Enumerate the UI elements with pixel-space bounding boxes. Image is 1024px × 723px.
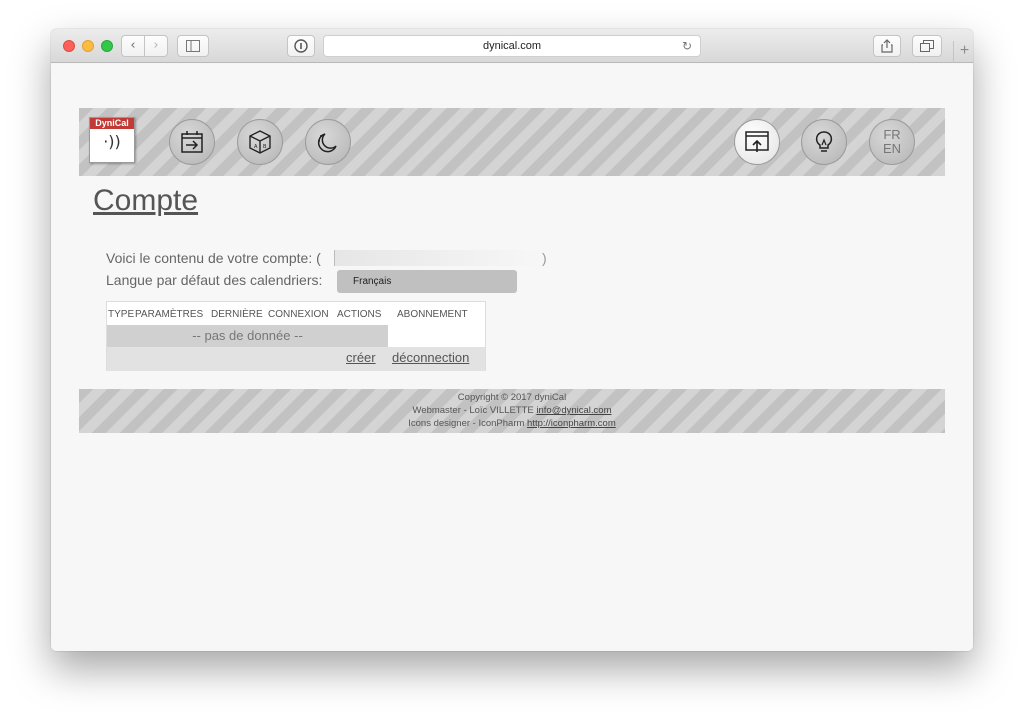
webmaster-line: Webmaster - Loïc VILLETTE info@dynical.c… xyxy=(79,404,945,417)
forward-button[interactable]: › xyxy=(144,35,168,57)
window-export-icon xyxy=(745,131,769,152)
show-tabs-button[interactable] xyxy=(912,35,942,57)
back-button[interactable]: ‹ xyxy=(121,35,145,57)
lightbulb-icon xyxy=(815,131,833,152)
page-title: Compte xyxy=(93,184,199,217)
sidebar-icon xyxy=(186,40,200,52)
chevron-right-icon: › xyxy=(153,38,159,53)
address-bar[interactable]: dynical.com ↻ xyxy=(323,35,701,57)
close-window-button[interactable] xyxy=(63,40,75,52)
column-header-abonnement: ABONNEMENT xyxy=(397,309,468,320)
icons-credit-line: Icons designer - IconPharm http://iconph… xyxy=(79,417,945,430)
export-window-button[interactable] xyxy=(734,119,780,165)
reload-icon[interactable]: ↻ xyxy=(682,36,692,56)
signal-icon: ·)) xyxy=(103,132,121,151)
page-content: DyniCal ·)) AB FR EN Compte Voici le con… xyxy=(51,64,973,651)
logo-text: DyniCal xyxy=(90,118,134,129)
calendar-export-icon xyxy=(181,131,203,153)
cube-button[interactable]: AB xyxy=(237,119,283,165)
svg-text:B: B xyxy=(263,144,267,150)
share-button[interactable] xyxy=(873,35,901,57)
lang-fr[interactable]: FR xyxy=(883,128,900,142)
no-data-row: -- pas de donnée -- xyxy=(107,325,388,347)
webmaster-label: Webmaster - Loïc VILLETTE xyxy=(412,405,534,416)
minimize-window-button[interactable] xyxy=(82,40,94,52)
account-text: Voici le contenu de votre compte: ( xyxy=(106,250,321,266)
table-actions-row: créer déconnection xyxy=(107,347,485,371)
column-header-type: TYPE xyxy=(108,309,135,320)
night-mode-button[interactable] xyxy=(305,119,351,165)
column-header-connexion: CONNEXION xyxy=(268,309,329,320)
account-close-paren: ) xyxy=(542,250,547,266)
dynical-logo[interactable]: DyniCal ·)) xyxy=(89,117,135,163)
maximize-window-button[interactable] xyxy=(101,40,113,52)
create-link[interactable]: créer xyxy=(346,350,376,365)
column-header-parametres: PARAMÈTRES xyxy=(135,309,204,320)
tabs-overview-icon xyxy=(920,40,934,52)
subscriptions-table: TYPE PARAMÈTRES DERNIÈRE CONNEXION ACTIO… xyxy=(106,301,486,371)
site-header: DyniCal ·)) AB FR EN xyxy=(79,108,945,176)
language-switch-button[interactable]: FR EN xyxy=(869,119,915,165)
column-header-actions: ACTIONS xyxy=(337,309,382,320)
reader-button[interactable] xyxy=(287,35,315,57)
new-tab-button[interactable]: + xyxy=(953,41,973,63)
info-circle-icon xyxy=(294,39,308,53)
site-footer: Copyright © 2017 dyniCal Webmaster - Loï… xyxy=(79,389,945,433)
language-label: Langue par défaut des calendriers: xyxy=(106,272,323,288)
ideas-button[interactable] xyxy=(801,119,847,165)
copyright-text: Copyright © 2017 dyniCal xyxy=(457,392,567,403)
browser-toolbar: ‹ › dynical.com ↻ + xyxy=(51,29,973,63)
browser-window: ‹ › dynical.com ↻ + DyniCal ·)) A B FR E… xyxy=(51,29,973,651)
url-text: dynical.com xyxy=(482,40,542,52)
moon-icon xyxy=(317,133,337,153)
sidebar-toggle-button[interactable] xyxy=(177,35,209,57)
svg-text:A: A xyxy=(254,144,258,150)
account-label: Voici le contenu de votre compte: ( xyxy=(106,250,321,266)
share-icon xyxy=(881,39,893,53)
lang-en[interactable]: EN xyxy=(883,142,901,156)
redacted-email xyxy=(334,250,544,266)
webmaster-email-link[interactable]: info@dynical.com xyxy=(536,405,611,416)
logout-link[interactable]: déconnection xyxy=(392,350,469,365)
iconpharm-link[interactable]: http://iconpharm.com xyxy=(527,418,616,429)
cube-icon: AB xyxy=(249,130,271,154)
column-header-derniere: DERNIÈRE xyxy=(211,309,263,320)
calendar-export-button[interactable] xyxy=(169,119,215,165)
plus-icon: + xyxy=(959,42,970,59)
language-select-value: Français xyxy=(353,276,392,287)
icons-label: Icons designer - IconPharm xyxy=(408,418,525,429)
chevron-left-icon: ‹ xyxy=(130,38,136,53)
language-select[interactable]: Français xyxy=(337,270,517,293)
